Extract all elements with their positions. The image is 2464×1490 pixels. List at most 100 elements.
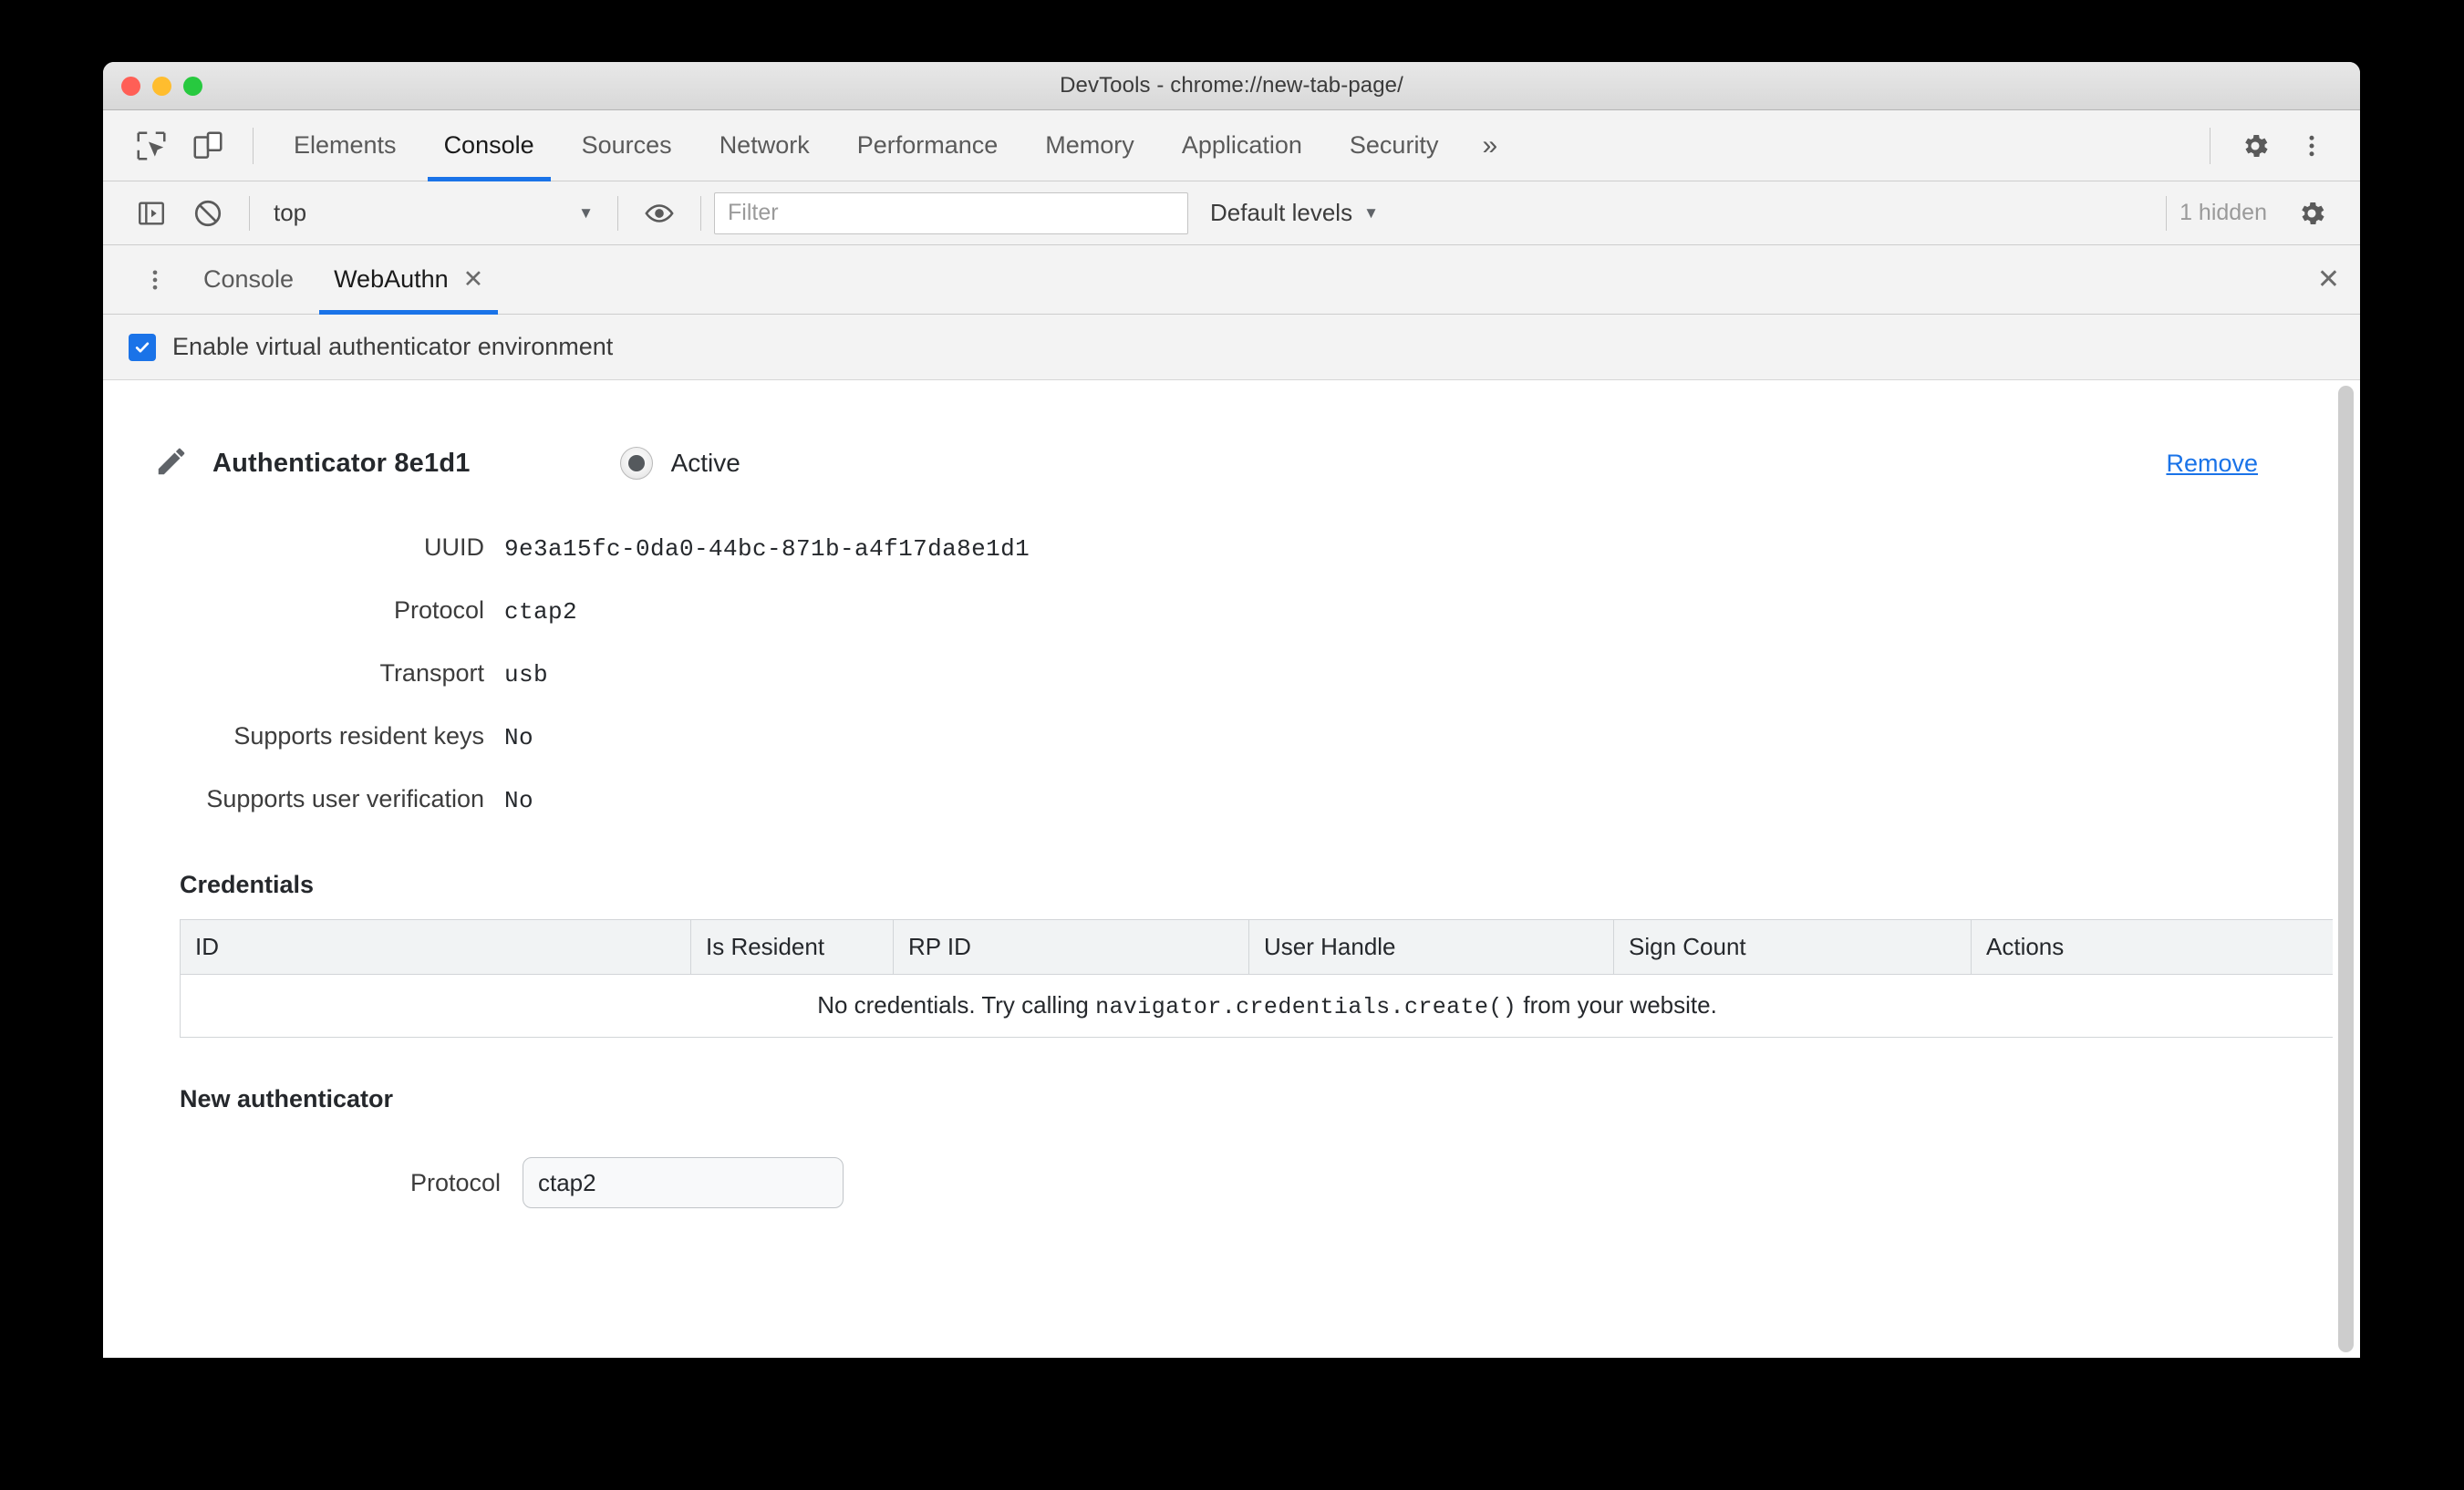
tab-label: Memory <box>1045 131 1134 159</box>
pencil-icon[interactable] <box>154 444 189 483</box>
empty-code: navigator.credentials.create() <box>1095 994 1517 1020</box>
tab-label: Application <box>1181 131 1302 159</box>
drawer-tab-console[interactable]: Console <box>183 245 314 315</box>
log-levels-dropdown[interactable]: Default levels ▼ <box>1210 199 1379 227</box>
new-authenticator-title: New authenticator <box>180 1085 394 1112</box>
hidden-messages-count: 1 hidden <box>2179 200 2267 225</box>
kebab-menu-icon[interactable] <box>127 252 183 308</box>
detail-key: UUID <box>424 533 484 561</box>
detail-key: Supports resident keys <box>233 722 484 750</box>
toolbar-divider <box>2166 195 2168 231</box>
toolbar-divider <box>617 195 618 231</box>
filterbar-right: 1 hidden <box>2153 185 2340 242</box>
drawer-tabbar: Console WebAuthn ✕ ✕ <box>103 245 2360 315</box>
radio-dot <box>627 455 645 471</box>
close-icon[interactable]: ✕ <box>463 265 484 294</box>
panel-tabs: Elements Console Sources Network Perform… <box>270 110 2193 181</box>
minimize-window-button[interactable] <box>152 76 171 96</box>
detail-value: No <box>504 724 534 751</box>
tab-performance[interactable]: Performance <box>833 110 1022 181</box>
authenticator-details: UUID 9e3a15fc-0da0-44bc-871b-a4f17da8e1d… <box>129 533 2324 823</box>
credentials-empty-message: No credentials. Try calling navigator.cr… <box>180 974 2355 1038</box>
column-header-rp-id[interactable]: RP ID <box>893 919 1249 975</box>
tab-security[interactable]: Security <box>1326 110 1463 181</box>
column-header-id[interactable]: ID <box>180 919 691 975</box>
webauthn-panel: Authenticator 8e1d1 Active Remove UUID 9… <box>103 380 2360 1358</box>
detail-row-user-verification: Supports user verification No <box>129 785 2324 823</box>
column-header-user-handle[interactable]: User Handle <box>1248 919 1614 975</box>
drawer-close-button[interactable]: ✕ <box>2317 264 2340 295</box>
table-empty-row: No credentials. Try calling navigator.cr… <box>180 974 2355 1038</box>
close-icon: ✕ <box>2316 264 2340 295</box>
detail-key: Protocol <box>393 596 484 624</box>
column-header-actions[interactable]: Actions <box>1971 919 2355 975</box>
toolbar-divider <box>249 195 250 231</box>
toolbar-divider <box>253 127 254 164</box>
tab-application[interactable]: Application <box>1158 110 1326 181</box>
radio-icon[interactable] <box>619 447 653 480</box>
tab-memory[interactable]: Memory <box>1021 110 1158 181</box>
execution-context-value: top <box>274 199 307 226</box>
window-title: DevTools - chrome://new-tab-page/ <box>1060 73 1403 98</box>
clear-console-icon[interactable] <box>180 185 236 242</box>
drawer-tab-label: Console <box>203 265 295 293</box>
device-toolbar-icon[interactable] <box>180 118 236 174</box>
tab-label: Network <box>719 131 810 159</box>
window-titlebar: DevTools - chrome://new-tab-page/ <box>103 62 2360 110</box>
tab-label: Elements <box>294 131 397 159</box>
tab-label: Performance <box>856 131 999 159</box>
filter-input[interactable] <box>714 191 1188 234</box>
tab-sources[interactable]: Sources <box>558 110 696 181</box>
column-header-is-resident[interactable]: Is Resident <box>690 919 894 975</box>
maximize-window-button[interactable] <box>183 76 202 96</box>
gear-icon[interactable] <box>2283 185 2340 242</box>
column-header-sign-count[interactable]: Sign Count <box>1613 919 1972 975</box>
enable-virtual-authenticator-row[interactable]: Enable virtual authenticator environment <box>103 315 2360 380</box>
detail-value: 9e3a15fc-0da0-44bc-871b-a4f17da8e1d1 <box>504 535 1030 563</box>
detail-value: usb <box>504 661 549 688</box>
authenticator-active-label: Active <box>670 449 740 477</box>
credentials-table: ID Is Resident RP ID User Handle Sign Co… <box>180 919 2355 1038</box>
chevron-down-icon: ▼ <box>1363 203 1379 222</box>
webauthn-content: Authenticator 8e1d1 Active Remove UUID 9… <box>103 380 2360 1208</box>
scrollbar-thumb[interactable] <box>2338 386 2354 1352</box>
new-authenticator-protocol-select[interactable]: ctap2 <box>523 1157 844 1208</box>
tab-label: Security <box>1349 131 1439 159</box>
tab-console[interactable]: Console <box>420 110 558 181</box>
more-tabs-chevron-icon[interactable]: » <box>1462 110 1517 181</box>
tab-network[interactable]: Network <box>696 110 833 181</box>
enable-virtual-authenticator-label: Enable virtual authenticator environment <box>172 333 614 360</box>
enable-virtual-authenticator-checkbox[interactable] <box>129 333 156 361</box>
empty-prefix: No credentials. Try calling <box>817 991 1096 1019</box>
execution-context-dropdown[interactable]: top ▼ <box>263 199 605 227</box>
close-window-button[interactable] <box>121 76 140 96</box>
console-sidebar-icon[interactable] <box>123 185 180 242</box>
tab-label: Console <box>443 131 534 159</box>
drawer-tab-webauthn[interactable]: WebAuthn ✕ <box>314 245 503 315</box>
new-authenticator-protocol-row: Protocol ctap2 <box>180 1157 2324 1208</box>
tab-label: Sources <box>581 131 672 159</box>
kebab-menu-icon[interactable] <box>2283 118 2340 174</box>
live-expression-icon[interactable] <box>631 185 688 242</box>
detail-key: Transport <box>379 659 484 687</box>
detail-row-protocol: Protocol ctap2 <box>129 596 2324 635</box>
detail-value: ctap2 <box>504 598 578 626</box>
vertical-scrollbar[interactable] <box>2333 380 2360 1358</box>
log-levels-label: Default levels <box>1210 199 1353 226</box>
devtools-window: DevTools - chrome://new-tab-page/ Elemen… <box>103 62 2360 1358</box>
remove-authenticator-link[interactable]: Remove <box>2166 450 2324 478</box>
traffic-lights <box>121 62 202 109</box>
gear-icon[interactable] <box>2227 118 2283 174</box>
authenticator-name: Authenticator 8e1d1 <box>212 448 471 478</box>
detail-row-transport: Transport usb <box>129 659 2324 698</box>
tab-elements[interactable]: Elements <box>270 110 420 181</box>
detail-row-uuid: UUID 9e3a15fc-0da0-44bc-871b-a4f17da8e1d… <box>129 533 2324 572</box>
drawer-tab-label: WebAuthn <box>334 265 449 293</box>
inspect-element-icon[interactable] <box>123 118 180 174</box>
table-header-row: ID Is Resident RP ID User Handle Sign Co… <box>180 919 2355 975</box>
authenticator-active-radio[interactable]: Active <box>619 447 740 480</box>
credentials-title: Credentials <box>180 871 315 898</box>
new-authenticator-protocol-label: Protocol <box>409 1168 501 1196</box>
authenticator-header: Authenticator 8e1d1 Active Remove <box>129 380 2324 513</box>
chevron-down-icon: ▼ <box>578 203 594 222</box>
